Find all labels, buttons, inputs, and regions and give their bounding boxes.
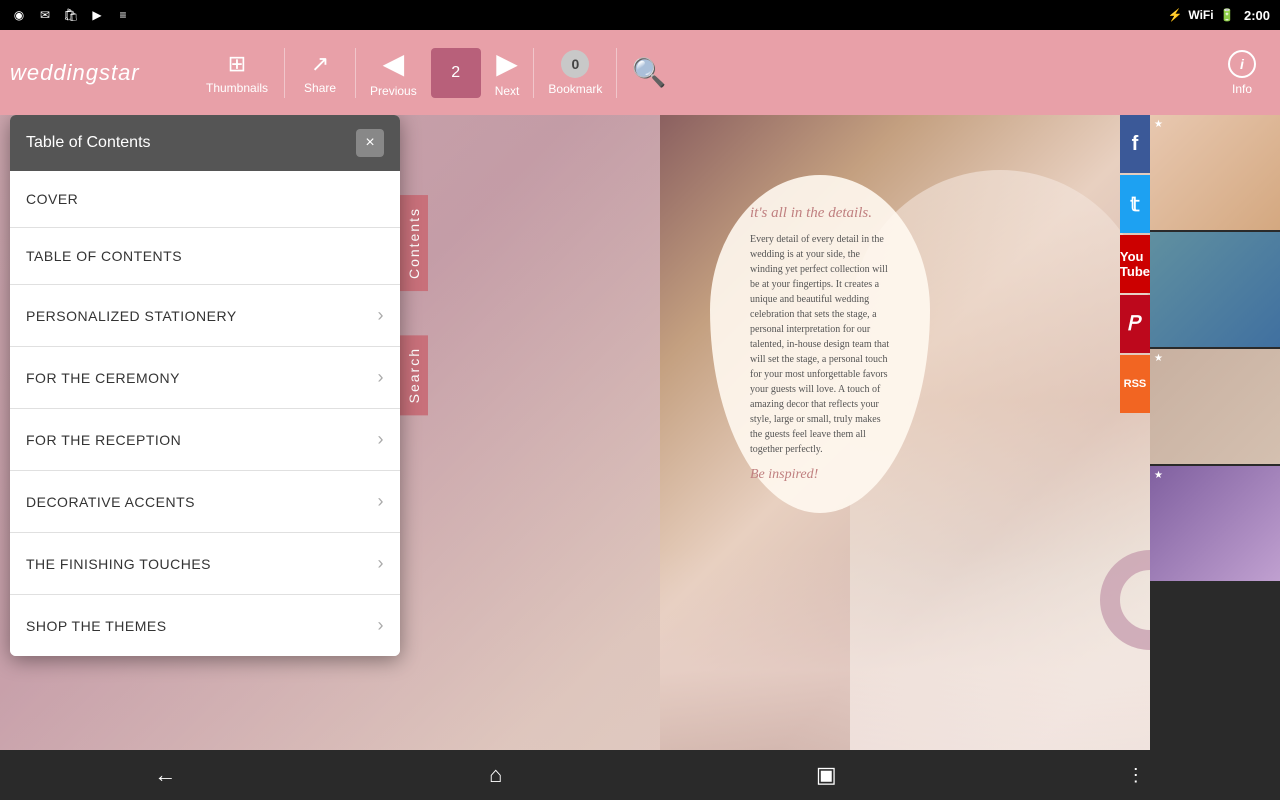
thumbnails-button[interactable]: ⊞ Thumbnails xyxy=(190,43,284,103)
back-icon: ← xyxy=(154,762,176,788)
toc-item-finishing-label: THE FINISHING TOUCHES xyxy=(26,556,211,572)
previous-button[interactable]: ◀ Previous xyxy=(356,39,431,106)
toc-item-contents[interactable]: TABLE OF CONTENTS xyxy=(10,228,400,285)
page-number-input[interactable] xyxy=(431,48,481,98)
bookmark-count: 0 xyxy=(561,50,589,78)
bottom-nav: ← ⌂ ▣ ⋮ xyxy=(0,750,1280,800)
thumbnail-strip: ★ ★ ★ xyxy=(1150,115,1280,750)
twitter-button[interactable]: 𝕥 xyxy=(1120,175,1150,233)
magazine-heading: it's all in the details. xyxy=(750,205,890,222)
back-button[interactable]: ← xyxy=(135,755,195,795)
thumbnails-label: Thumbnails xyxy=(206,81,268,95)
toc-item-stationery[interactable]: PERSONALIZED STATIONERY › xyxy=(10,285,400,347)
page-nav: ◀ Previous ▶ Next xyxy=(356,39,533,106)
clock: 2:00 xyxy=(1244,8,1270,23)
recents-button[interactable]: ▣ xyxy=(796,755,856,795)
toc-item-accents-label: DECORATIVE ACCENTS xyxy=(26,494,195,510)
toc-item-ceremony-label: FOR THE CEREMONY xyxy=(26,370,180,386)
facebook-button[interactable]: f xyxy=(1120,115,1150,173)
thumb-star-1: ★ xyxy=(1154,119,1163,130)
recents-icon: ▣ xyxy=(816,762,837,788)
top-nav: weddingstar ⊞ Thumbnails ↗ Share ◀ Previ… xyxy=(0,30,1280,115)
toc-item-themes[interactable]: SHOP THE THEMES › xyxy=(10,595,400,656)
next-button[interactable]: ▶ Next xyxy=(481,39,534,106)
share-icon: ↗ xyxy=(311,51,329,77)
share-label: Share xyxy=(304,81,336,95)
next-arrow-icon: ▶ xyxy=(496,47,518,80)
toc-list: COVER TABLE OF CONTENTS PERSONALIZED STA… xyxy=(10,171,400,656)
youtube-icon: YouTube xyxy=(1120,249,1150,279)
bookmark-button[interactable]: 0 Bookmark xyxy=(534,42,616,104)
bars-icon: ≡ xyxy=(114,6,132,24)
toc-item-contents-label: TABLE OF CONTENTS xyxy=(26,248,182,264)
toc-modal: Table of Contents × COVER TABLE OF CONTE… xyxy=(10,115,400,656)
social-sidebar: f 𝕥 YouTube 𝑃 RSS xyxy=(1120,115,1150,413)
info-label: Info xyxy=(1232,82,1252,96)
bookmark-label: Bookmark xyxy=(548,82,602,96)
toc-header: Table of Contents × xyxy=(10,115,400,171)
toc-arrow-accents: › xyxy=(378,491,385,512)
rss-icon: RSS xyxy=(1124,378,1147,390)
toc-item-cover-label: COVER xyxy=(26,191,78,207)
bag-icon: 🛍 xyxy=(62,6,80,24)
main-content: it's all in the details. Every detail of… xyxy=(0,115,1280,750)
status-bar-left: ◉ ✉ 🛍 ▶ ≡ xyxy=(10,6,132,24)
thumb-star-3: ★ xyxy=(1154,353,1163,364)
toc-item-themes-label: SHOP THE THEMES xyxy=(26,618,167,634)
wifi-icon: WiFi xyxy=(1192,6,1210,24)
toc-arrow-reception: › xyxy=(378,429,385,450)
facebook-icon: f xyxy=(1132,133,1139,156)
home-icon: ⌂ xyxy=(489,762,502,788)
pinterest-icon: 𝑃 xyxy=(1128,313,1141,336)
toc-item-accents[interactable]: DECORATIVE ACCENTS › xyxy=(10,471,400,533)
home-button[interactable]: ⌂ xyxy=(466,755,526,795)
contents-tab[interactable]: Contents xyxy=(400,195,428,291)
thumb-star-4: ★ xyxy=(1154,470,1163,481)
search-button[interactable]: 🔍 xyxy=(617,48,680,97)
twitter-icon: 𝕥 xyxy=(1130,192,1139,217)
search-tab[interactable]: Search xyxy=(400,335,428,415)
toc-arrow-finishing: › xyxy=(378,553,385,574)
toc-title: Table of Contents xyxy=(26,134,151,152)
thumbnail-4[interactable]: ★ xyxy=(1150,466,1280,581)
toc-item-reception[interactable]: FOR THE RECEPTION › xyxy=(10,409,400,471)
toc-arrow-themes: › xyxy=(378,615,385,636)
toc-item-stationery-label: PERSONALIZED STATIONERY xyxy=(26,308,237,324)
prev-arrow-icon: ◀ xyxy=(383,47,405,80)
thumbnail-2[interactable] xyxy=(1150,232,1280,347)
search-icon: 🔍 xyxy=(631,56,666,89)
menu-icon: ⋮ xyxy=(1127,765,1145,786)
magazine-script: Be inspired! xyxy=(750,467,890,483)
toc-item-finishing[interactable]: THE FINISHING TOUCHES › xyxy=(10,533,400,595)
next-label: Next xyxy=(495,84,520,98)
battery-icon: 🔋 xyxy=(1218,6,1236,24)
toc-arrow-stationery: › xyxy=(378,305,385,326)
toc-item-cover[interactable]: COVER xyxy=(10,171,400,228)
info-button[interactable]: i Info xyxy=(1214,42,1270,104)
status-bar-right: ⚡ WiFi 🔋 2:00 xyxy=(1166,6,1270,24)
youtube-button[interactable]: YouTube xyxy=(1120,235,1150,293)
play-icon: ▶ xyxy=(88,6,106,24)
toc-item-reception-label: FOR THE RECEPTION xyxy=(26,432,181,448)
mail-icon: ✉ xyxy=(36,6,54,24)
magazine-body: Every detail of every detail in the wedd… xyxy=(750,232,890,457)
circle-icon: ◉ xyxy=(10,6,28,24)
pinterest-button[interactable]: 𝑃 xyxy=(1120,295,1150,353)
brand-logo: weddingstar xyxy=(10,60,170,86)
toc-item-ceremony[interactable]: FOR THE CEREMONY › xyxy=(10,347,400,409)
rss-button[interactable]: RSS xyxy=(1120,355,1150,413)
toc-arrow-ceremony: › xyxy=(378,367,385,388)
status-bar: ◉ ✉ 🛍 ▶ ≡ ⚡ WiFi 🔋 2:00 xyxy=(0,0,1280,30)
bluetooth-icon: ⚡ xyxy=(1166,6,1184,24)
thumbnails-icon: ⊞ xyxy=(228,51,246,77)
thumbnail-1[interactable]: ★ xyxy=(1150,115,1280,230)
menu-button[interactable]: ⋮ xyxy=(1127,765,1145,786)
previous-label: Previous xyxy=(370,84,417,98)
thumbnail-3[interactable]: ★ xyxy=(1150,349,1280,464)
info-icon: i xyxy=(1228,50,1256,78)
share-button[interactable]: ↗ Share xyxy=(285,43,355,103)
toc-close-button[interactable]: × xyxy=(356,129,384,157)
